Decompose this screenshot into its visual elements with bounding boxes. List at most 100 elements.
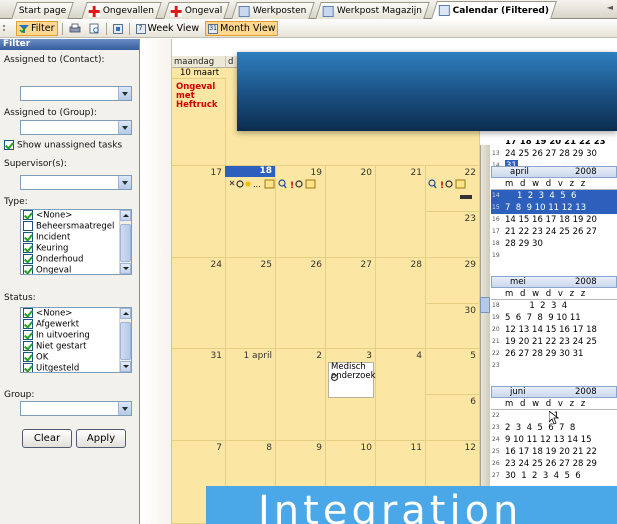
filter-button[interactable]: Filter <box>16 21 58 36</box>
clear-button[interactable]: Clear <box>22 429 72 448</box>
type-item[interactable]: Ongeval <box>21 265 131 274</box>
calendar-day-cell[interactable]: 2 <box>276 349 326 441</box>
mini-week-row[interactable]: 14 1 2 3 4 5 6 <box>491 190 617 202</box>
checkbox-icon[interactable] <box>23 221 33 231</box>
event-medisch-onderzoek[interactable]: Medisch onderzoek <box>328 362 376 398</box>
tab-start-page[interactable]: Start page <box>11 2 75 19</box>
calendar-day-cell[interactable]: 4 <box>376 349 426 441</box>
mini-week-row[interactable]: 15 7 8 9 10 11 12 13 <box>491 202 617 214</box>
print-button[interactable] <box>67 21 83 36</box>
checkbox-icon[interactable] <box>23 254 33 264</box>
checkbox-icon[interactable] <box>23 330 33 340</box>
mini-week-row[interactable]: 17 21 22 23 24 25 26 27 <box>491 226 617 238</box>
task-icons[interactable]: ! <box>278 179 324 192</box>
tab-calendar-filtered[interactable]: Calendar (Filtered) <box>431 1 558 19</box>
event-ongeval[interactable]: Ongeval met Heftruck <box>176 83 224 110</box>
checkbox-icon[interactable] <box>23 232 33 242</box>
mini-week-row[interactable]: 19 5 6 7 8 9 10 11 <box>491 312 617 324</box>
task-icons[interactable]: ... <box>229 179 275 192</box>
calendar-day-cell[interactable]: 18 ... <box>225 166 276 258</box>
mini-week-row[interactable]: 22 26 27 28 29 30 31 <box>491 348 617 360</box>
calendar-day-cell[interactable]: 31 <box>172 349 226 441</box>
checkbox-icon[interactable] <box>23 210 33 220</box>
scroll-thumb[interactable] <box>120 322 131 360</box>
assigned-group-select[interactable] <box>20 120 132 135</box>
calendar-day-cell[interactable]: 6 <box>426 395 480 441</box>
scroll-down-icon[interactable] <box>120 361 131 372</box>
type-item[interactable]: Beheersmaatregel <box>21 221 131 232</box>
calendar-day-cell[interactable]: 19 ! <box>276 166 326 258</box>
mini-week-row[interactable]: 18 1 2 3 4 <box>491 300 617 312</box>
tab-ongeval[interactable]: Ongeval <box>163 2 231 19</box>
mini-week-row[interactable]: 16 14 15 16 17 18 19 20 <box>491 214 617 226</box>
month-view-button[interactable]: 31 Month View <box>205 21 279 36</box>
apply-button[interactable]: Apply <box>76 429 126 448</box>
chevron-down-icon[interactable] <box>118 402 131 415</box>
checkbox-icon[interactable] <box>23 265 33 274</box>
status-item[interactable]: <None> <box>21 308 131 319</box>
tab-werkpost-magazijn[interactable]: Werkpost Magazijn <box>315 2 430 19</box>
checkbox-icon[interactable] <box>23 243 33 253</box>
calendar-day-cell[interactable]: 24 <box>172 258 226 349</box>
status-item[interactable]: OK <box>21 352 131 363</box>
chevron-down-icon[interactable] <box>118 87 131 100</box>
assigned-contact-select[interactable] <box>20 86 132 101</box>
mini-week-row[interactable]: 25 16 17 18 19 20 21 22 <box>491 446 617 458</box>
calendar-day-cell[interactable]: 30 <box>426 304 480 349</box>
mini-week-row[interactable]: 27 30 1 2 3 4 5 6 <box>491 470 617 482</box>
calendar-day-cell[interactable]: 25 <box>226 258 276 349</box>
scroll-thumb[interactable] <box>120 224 131 262</box>
calendar-day-cell[interactable]: 22 ! <box>426 166 480 212</box>
type-item[interactable]: <None> <box>21 210 131 221</box>
calendar-day-cell[interactable]: 27 <box>326 258 376 349</box>
panel-splitter[interactable] <box>480 145 490 524</box>
mini-week-row[interactable]: 26 23 24 25 26 27 28 29 <box>491 458 617 470</box>
mini-week-row[interactable]: 24 9 10 11 12 13 14 15 <box>491 434 617 446</box>
calendar-day-cell[interactable]: 21 <box>376 166 426 258</box>
calendar-day-cell[interactable]: 20 <box>326 166 376 258</box>
status-list-scrollbar[interactable] <box>119 308 131 372</box>
group-select[interactable] <box>20 401 132 416</box>
calendar-day-cell[interactable]: 3 Medisch onderzoek <box>326 349 376 441</box>
task-icons[interactable]: ! <box>428 179 476 204</box>
chevron-down-icon[interactable] <box>118 176 131 189</box>
tab-ongevallen[interactable]: Ongevallen <box>81 2 162 19</box>
type-item[interactable]: Keuring <box>21 243 131 254</box>
show-unassigned-checkbox[interactable]: Show unassigned tasks <box>4 140 122 151</box>
calendar-day-cell[interactable]: 26 <box>276 258 326 349</box>
status-item[interactable]: Niet gestart <box>21 341 131 352</box>
calendar-day-cell[interactable]: 29 <box>426 258 480 304</box>
calendar-day-cell[interactable]: 23 <box>426 212 480 258</box>
mini-week-row[interactable]: 21 19 20 21 22 23 24 25 <box>491 336 617 348</box>
type-list-scrollbar[interactable] <box>119 210 131 274</box>
mini-week-row[interactable]: 18 28 29 30 <box>491 238 617 250</box>
scroll-down-icon[interactable] <box>120 263 131 274</box>
mini-week-row[interactable]: 23 <box>491 360 617 372</box>
mini-week-row[interactable]: 20 12 13 14 15 16 17 18 <box>491 324 617 336</box>
checkbox-icon[interactable] <box>23 352 33 362</box>
status-item[interactable]: Uitgesteld <box>21 363 131 372</box>
calendar-day-cell[interactable]: 17 <box>172 166 226 258</box>
checkbox-icon[interactable] <box>4 140 14 150</box>
checkbox-icon[interactable] <box>23 308 33 318</box>
chevron-down-icon[interactable] <box>118 121 131 134</box>
print-preview-button[interactable] <box>87 21 102 36</box>
week-view-button[interactable]: 7 Week View <box>134 21 202 36</box>
status-item[interactable]: Afgewerkt <box>21 319 131 330</box>
checkbox-icon[interactable] <box>23 319 33 329</box>
supervisor-select[interactable] <box>20 175 132 190</box>
tab-scroll-left-icon[interactable]: ◄ <box>607 3 613 12</box>
mini-week-row[interactable]: 19 <box>491 250 617 262</box>
checkbox-icon[interactable] <box>23 363 33 372</box>
calendar-day-cell[interactable]: 5 <box>426 349 480 395</box>
type-item[interactable]: Incident <box>21 232 131 243</box>
calendar-day-cell[interactable]: 28 <box>376 258 426 349</box>
type-item[interactable]: Onderhoud <box>21 254 131 265</box>
splitter-grip-icon[interactable] <box>480 297 490 313</box>
checkbox-icon[interactable] <box>23 341 33 351</box>
scroll-up-icon[interactable] <box>120 308 131 319</box>
calendar-day-cell[interactable]: 1 april <box>226 349 276 441</box>
scroll-up-icon[interactable] <box>120 210 131 221</box>
status-item[interactable]: In uitvoering <box>21 330 131 341</box>
calendar-day-cell[interactable]: 10 maart Ongeval met Heftruck <box>172 68 226 166</box>
